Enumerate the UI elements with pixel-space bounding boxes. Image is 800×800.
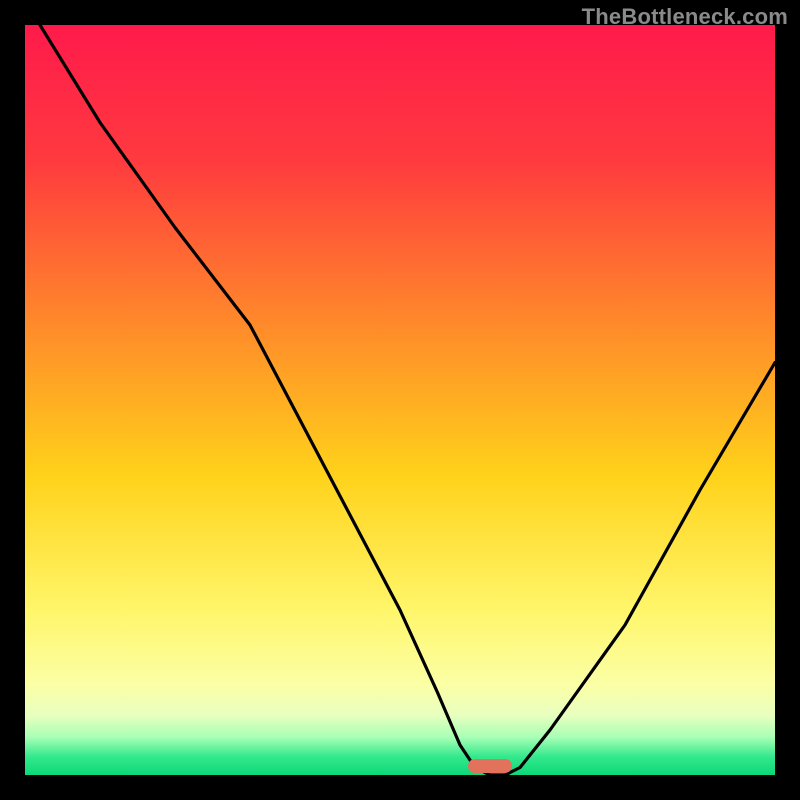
chart-background (25, 25, 775, 775)
chart-frame: TheBottleneck.com (0, 0, 800, 800)
optimal-marker (468, 759, 512, 773)
chart-plot (25, 25, 775, 775)
